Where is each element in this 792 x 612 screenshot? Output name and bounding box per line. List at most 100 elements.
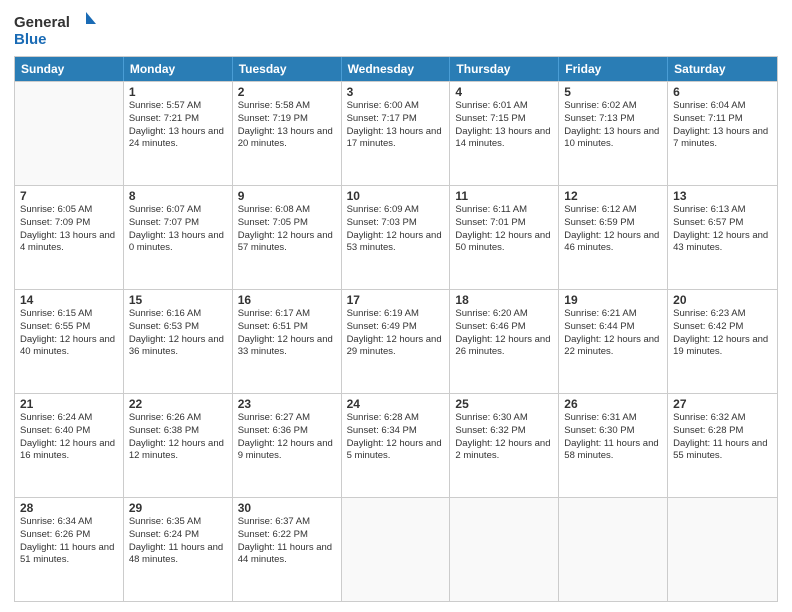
day-number: 18 [455, 293, 553, 307]
day-info: Sunrise: 6:24 AMSunset: 6:40 PMDaylight:… [20, 412, 118, 463]
calendar-cell: 17Sunrise: 6:19 AMSunset: 6:49 PMDayligh… [342, 290, 451, 393]
day-number: 1 [129, 85, 227, 99]
calendar-page: General Blue SundayMondayTuesdayWednesda… [0, 0, 792, 612]
calendar-cell: 4Sunrise: 6:01 AMSunset: 7:15 PMDaylight… [450, 82, 559, 185]
day-number: 22 [129, 397, 227, 411]
calendar-body: 1Sunrise: 5:57 AMSunset: 7:21 PMDaylight… [15, 81, 777, 601]
day-number: 6 [673, 85, 772, 99]
day-info: Sunrise: 6:23 AMSunset: 6:42 PMDaylight:… [673, 308, 772, 359]
day-info: Sunrise: 6:37 AMSunset: 6:22 PMDaylight:… [238, 516, 336, 567]
day-info: Sunrise: 6:31 AMSunset: 6:30 PMDaylight:… [564, 412, 662, 463]
calendar-cell: 9Sunrise: 6:08 AMSunset: 7:05 PMDaylight… [233, 186, 342, 289]
day-info: Sunrise: 6:07 AMSunset: 7:07 PMDaylight:… [129, 204, 227, 255]
calendar-cell: 6Sunrise: 6:04 AMSunset: 7:11 PMDaylight… [668, 82, 777, 185]
day-number: 4 [455, 85, 553, 99]
day-info: Sunrise: 6:15 AMSunset: 6:55 PMDaylight:… [20, 308, 118, 359]
calendar-cell: 11Sunrise: 6:11 AMSunset: 7:01 PMDayligh… [450, 186, 559, 289]
day-info: Sunrise: 6:13 AMSunset: 6:57 PMDaylight:… [673, 204, 772, 255]
header-day-sunday: Sunday [15, 57, 124, 81]
day-number: 25 [455, 397, 553, 411]
day-info: Sunrise: 6:09 AMSunset: 7:03 PMDaylight:… [347, 204, 445, 255]
day-number: 9 [238, 189, 336, 203]
calendar-cell: 10Sunrise: 6:09 AMSunset: 7:03 PMDayligh… [342, 186, 451, 289]
svg-text:General: General [14, 14, 70, 31]
calendar-cell: 30Sunrise: 6:37 AMSunset: 6:22 PMDayligh… [233, 498, 342, 601]
calendar-cell: 25Sunrise: 6:30 AMSunset: 6:32 PMDayligh… [450, 394, 559, 497]
day-number: 5 [564, 85, 662, 99]
calendar-cell: 3Sunrise: 6:00 AMSunset: 7:17 PMDaylight… [342, 82, 451, 185]
day-info: Sunrise: 6:30 AMSunset: 6:32 PMDaylight:… [455, 412, 553, 463]
day-number: 12 [564, 189, 662, 203]
calendar-cell: 20Sunrise: 6:23 AMSunset: 6:42 PMDayligh… [668, 290, 777, 393]
day-info: Sunrise: 6:08 AMSunset: 7:05 PMDaylight:… [238, 204, 336, 255]
day-number: 29 [129, 501, 227, 515]
calendar-cell [668, 498, 777, 601]
calendar-cell: 19Sunrise: 6:21 AMSunset: 6:44 PMDayligh… [559, 290, 668, 393]
day-info: Sunrise: 6:26 AMSunset: 6:38 PMDaylight:… [129, 412, 227, 463]
day-info: Sunrise: 6:27 AMSunset: 6:36 PMDaylight:… [238, 412, 336, 463]
week-row-4: 21Sunrise: 6:24 AMSunset: 6:40 PMDayligh… [15, 393, 777, 497]
day-info: Sunrise: 5:58 AMSunset: 7:19 PMDaylight:… [238, 100, 336, 151]
calendar-cell: 1Sunrise: 5:57 AMSunset: 7:21 PMDaylight… [124, 82, 233, 185]
day-info: Sunrise: 5:57 AMSunset: 7:21 PMDaylight:… [129, 100, 227, 151]
header-day-wednesday: Wednesday [342, 57, 451, 81]
day-number: 30 [238, 501, 336, 515]
calendar-cell: 24Sunrise: 6:28 AMSunset: 6:34 PMDayligh… [342, 394, 451, 497]
day-info: Sunrise: 6:16 AMSunset: 6:53 PMDaylight:… [129, 308, 227, 359]
calendar-header-row: SundayMondayTuesdayWednesdayThursdayFrid… [15, 57, 777, 81]
calendar-cell: 18Sunrise: 6:20 AMSunset: 6:46 PMDayligh… [450, 290, 559, 393]
day-number: 19 [564, 293, 662, 307]
calendar-cell: 15Sunrise: 6:16 AMSunset: 6:53 PMDayligh… [124, 290, 233, 393]
week-row-3: 14Sunrise: 6:15 AMSunset: 6:55 PMDayligh… [15, 289, 777, 393]
day-info: Sunrise: 6:11 AMSunset: 7:01 PMDaylight:… [455, 204, 553, 255]
day-number: 24 [347, 397, 445, 411]
day-number: 26 [564, 397, 662, 411]
day-number: 8 [129, 189, 227, 203]
day-info: Sunrise: 6:20 AMSunset: 6:46 PMDaylight:… [455, 308, 553, 359]
day-info: Sunrise: 6:05 AMSunset: 7:09 PMDaylight:… [20, 204, 118, 255]
day-number: 27 [673, 397, 772, 411]
calendar-cell: 13Sunrise: 6:13 AMSunset: 6:57 PMDayligh… [668, 186, 777, 289]
calendar-cell: 5Sunrise: 6:02 AMSunset: 7:13 PMDaylight… [559, 82, 668, 185]
day-number: 14 [20, 293, 118, 307]
day-info: Sunrise: 6:04 AMSunset: 7:11 PMDaylight:… [673, 100, 772, 151]
calendar-cell [450, 498, 559, 601]
calendar-cell: 23Sunrise: 6:27 AMSunset: 6:36 PMDayligh… [233, 394, 342, 497]
day-number: 21 [20, 397, 118, 411]
header-day-tuesday: Tuesday [233, 57, 342, 81]
day-number: 28 [20, 501, 118, 515]
day-number: 10 [347, 189, 445, 203]
day-number: 15 [129, 293, 227, 307]
logo-svg: General Blue [14, 10, 104, 50]
calendar: SundayMondayTuesdayWednesdayThursdayFrid… [14, 56, 778, 602]
day-info: Sunrise: 6:21 AMSunset: 6:44 PMDaylight:… [564, 308, 662, 359]
header-day-monday: Monday [124, 57, 233, 81]
calendar-cell [342, 498, 451, 601]
calendar-cell: 22Sunrise: 6:26 AMSunset: 6:38 PMDayligh… [124, 394, 233, 497]
calendar-cell: 29Sunrise: 6:35 AMSunset: 6:24 PMDayligh… [124, 498, 233, 601]
day-info: Sunrise: 6:00 AMSunset: 7:17 PMDaylight:… [347, 100, 445, 151]
day-number: 3 [347, 85, 445, 99]
day-info: Sunrise: 6:35 AMSunset: 6:24 PMDaylight:… [129, 516, 227, 567]
week-row-1: 1Sunrise: 5:57 AMSunset: 7:21 PMDaylight… [15, 81, 777, 185]
header: General Blue [14, 10, 778, 50]
day-number: 11 [455, 189, 553, 203]
calendar-cell: 8Sunrise: 6:07 AMSunset: 7:07 PMDaylight… [124, 186, 233, 289]
logo: General Blue [14, 10, 104, 50]
calendar-cell: 2Sunrise: 5:58 AMSunset: 7:19 PMDaylight… [233, 82, 342, 185]
day-number: 7 [20, 189, 118, 203]
calendar-cell: 12Sunrise: 6:12 AMSunset: 6:59 PMDayligh… [559, 186, 668, 289]
calendar-cell: 26Sunrise: 6:31 AMSunset: 6:30 PMDayligh… [559, 394, 668, 497]
day-info: Sunrise: 6:01 AMSunset: 7:15 PMDaylight:… [455, 100, 553, 151]
calendar-cell: 21Sunrise: 6:24 AMSunset: 6:40 PMDayligh… [15, 394, 124, 497]
day-info: Sunrise: 6:28 AMSunset: 6:34 PMDaylight:… [347, 412, 445, 463]
week-row-5: 28Sunrise: 6:34 AMSunset: 6:26 PMDayligh… [15, 497, 777, 601]
day-number: 16 [238, 293, 336, 307]
day-number: 20 [673, 293, 772, 307]
day-info: Sunrise: 6:19 AMSunset: 6:49 PMDaylight:… [347, 308, 445, 359]
calendar-cell: 7Sunrise: 6:05 AMSunset: 7:09 PMDaylight… [15, 186, 124, 289]
day-number: 23 [238, 397, 336, 411]
day-info: Sunrise: 6:12 AMSunset: 6:59 PMDaylight:… [564, 204, 662, 255]
day-number: 13 [673, 189, 772, 203]
calendar-cell: 16Sunrise: 6:17 AMSunset: 6:51 PMDayligh… [233, 290, 342, 393]
